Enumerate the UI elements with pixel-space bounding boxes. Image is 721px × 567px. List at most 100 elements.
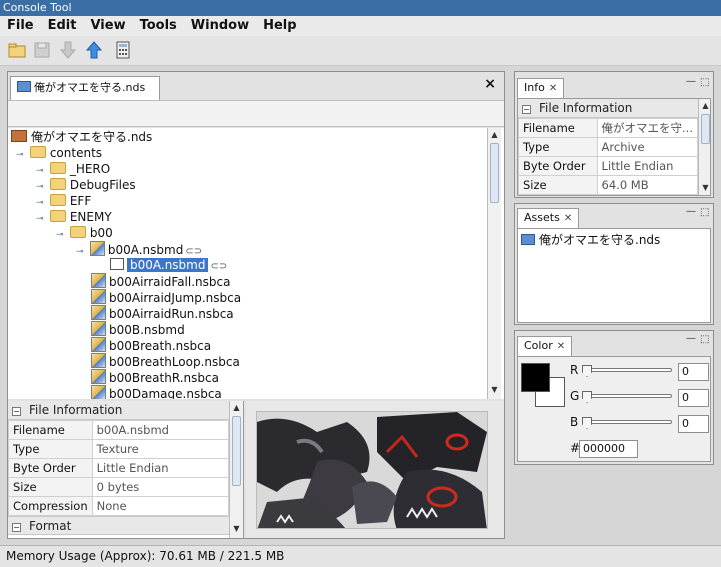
- maximize-icon[interactable]: ⬚: [700, 207, 709, 218]
- info-scrollbar[interactable]: ▲ ▼: [698, 99, 710, 195]
- tree-file-row[interactable]: b00B.nsbmd: [91, 321, 185, 337]
- expand-toggle-icon[interactable]: ⊸: [76, 244, 86, 260]
- menu-view[interactable]: View: [83, 16, 132, 33]
- tree-file-row[interactable]: b00AirraidJump.nsbca: [91, 289, 241, 305]
- calculator-icon[interactable]: [112, 39, 134, 61]
- collapse-icon[interactable]: −: [12, 407, 21, 416]
- save-icon[interactable]: [31, 39, 53, 61]
- property-row: Byte Order Little Endian: [8, 458, 230, 478]
- tree-scrollbar[interactable]: ▲ ▼: [487, 128, 501, 399]
- scroll-up-icon[interactable]: ▲: [699, 100, 710, 112]
- menu-window[interactable]: Window: [184, 16, 256, 33]
- tree-file-row[interactable]: b00BreathR.nsbca: [91, 369, 219, 385]
- menu-edit[interactable]: Edit: [41, 16, 84, 33]
- property-value[interactable]: 64.0 MB: [596, 175, 699, 195]
- upload-icon[interactable]: [83, 39, 105, 61]
- green-slider[interactable]: [582, 394, 672, 398]
- close-tab-icon[interactable]: ✕: [557, 341, 565, 352]
- tree-file-row[interactable]: b00BreathLoop.nsbca: [91, 353, 240, 369]
- property-value[interactable]: Archive: [596, 137, 699, 157]
- red-slider[interactable]: [582, 368, 672, 372]
- scroll-thumb[interactable]: [701, 114, 710, 144]
- memory-usage-text: Memory Usage (Approx): 70.61 MB / 221.5 …: [6, 549, 285, 563]
- scroll-up-icon[interactable]: ▲: [488, 129, 501, 141]
- tab-info[interactable]: Info ✕: [517, 78, 565, 98]
- tree-item-eff[interactable]: ⊸ EFF: [36, 193, 91, 209]
- tree-file-row[interactable]: b00AirraidFall.nsbca: [91, 273, 230, 289]
- section-header-file-information[interactable]: − File Information: [518, 99, 710, 118]
- download-icon[interactable]: [57, 39, 79, 61]
- tree-item-enemy[interactable]: ⊸ ENEMY: [36, 209, 112, 225]
- blue-slider[interactable]: [582, 420, 672, 424]
- tree-file-row[interactable]: b00Damage.nsbca: [91, 385, 222, 399]
- green-value-input[interactable]: 0: [678, 389, 709, 407]
- asset-item[interactable]: 俺がオマエを守る.nds: [521, 232, 660, 248]
- property-value[interactable]: 俺がオマエを守...: [596, 118, 699, 138]
- scroll-up-icon[interactable]: ▲: [230, 402, 243, 414]
- scroll-down-icon[interactable]: ▼: [230, 523, 243, 535]
- info-panel: Info ✕ — ⬚ − File Information Filename 俺がオマ…: [514, 71, 714, 198]
- minimize-icon[interactable]: —: [686, 333, 696, 344]
- expand-toggle-icon[interactable]: ⊸: [56, 227, 66, 243]
- property-value[interactable]: Little Endian: [596, 156, 699, 176]
- red-value-input[interactable]: 0: [678, 363, 709, 381]
- texture-preview-image: [256, 411, 488, 529]
- collapse-icon[interactable]: −: [522, 105, 531, 114]
- properties-scrollbar[interactable]: ▲ ▼: [229, 401, 243, 538]
- open-folder-icon[interactable]: [6, 39, 28, 61]
- color-panel: Color ✕ — ⬚ R 0 G 0 B 0 # 000000: [514, 330, 714, 465]
- close-tab-icon[interactable]: ✕: [564, 213, 572, 224]
- menu-help[interactable]: Help: [256, 16, 303, 33]
- expand-toggle-icon[interactable]: ⊸: [36, 211, 46, 227]
- menu-file[interactable]: File: [0, 16, 41, 33]
- property-value[interactable]: Texture: [91, 439, 230, 459]
- section-header-file-information[interactable]: − File Information: [8, 401, 243, 420]
- section-header-label: Format: [29, 519, 72, 533]
- expand-toggle-icon[interactable]: ⊸: [16, 147, 26, 163]
- tree-item-b00[interactable]: ⊸ b00: [56, 225, 113, 241]
- minimize-icon[interactable]: —: [686, 206, 696, 217]
- asset-item-label: 俺がオマエを守る.nds: [539, 233, 661, 247]
- blue-label: B: [570, 415, 579, 429]
- tree-item-debugfiles[interactable]: ⊸ DebugFiles: [36, 177, 136, 193]
- tree-file-row[interactable]: b00Breath.nsbca: [91, 337, 211, 353]
- hex-color-input[interactable]: 000000: [579, 440, 638, 458]
- tree-item-label: b00: [89, 226, 113, 240]
- tree-item-b00a[interactable]: ⊸ b00A.nsbmd ⊂⊃: [76, 241, 202, 257]
- section-header-label: File Information: [539, 101, 633, 115]
- section-header-format[interactable]: − Format: [8, 516, 243, 535]
- red-slider-handle[interactable]: [582, 365, 592, 377]
- tree-file-row[interactable]: b00AirraidRun.nsbca: [91, 305, 234, 321]
- tree-root[interactable]: 俺がオマエを守る.nds: [11, 129, 152, 145]
- tab-color[interactable]: Color ✕: [517, 336, 573, 356]
- collapse-icon[interactable]: −: [12, 523, 21, 532]
- menu-tools[interactable]: Tools: [133, 16, 184, 33]
- scroll-thumb[interactable]: [232, 416, 241, 486]
- property-key: Compression: [8, 496, 93, 516]
- scroll-thumb[interactable]: [490, 143, 499, 203]
- tree-item-label: DebugFiles: [69, 178, 136, 192]
- scroll-down-icon[interactable]: ▼: [488, 384, 501, 396]
- property-value[interactable]: 0 bytes: [91, 477, 230, 497]
- maximize-icon[interactable]: ⬚: [700, 334, 709, 345]
- tab-assets[interactable]: Assets ✕: [517, 208, 580, 228]
- nds-file-icon: [17, 81, 31, 92]
- minimize-icon[interactable]: —: [686, 76, 696, 87]
- property-value[interactable]: None: [91, 496, 230, 516]
- maximize-icon[interactable]: ⬚: [700, 77, 709, 88]
- blue-value-input[interactable]: 0: [678, 415, 709, 433]
- tree-item-hero[interactable]: ⊸ _HERO: [36, 161, 110, 177]
- close-tab-icon[interactable]: ✕: [549, 83, 557, 94]
- tree-item-b00a-child-selected[interactable]: b00A.nsbmd ⊂⊃: [110, 257, 227, 273]
- tree-item-contents[interactable]: ⊸ contents: [16, 145, 102, 161]
- foreground-color-swatch[interactable]: [521, 363, 550, 392]
- property-value[interactable]: Little Endian: [91, 458, 230, 478]
- green-slider-handle[interactable]: [582, 391, 592, 403]
- tab-document[interactable]: 俺がオマエを守る.nds: [10, 76, 160, 100]
- blue-slider-handle[interactable]: [582, 417, 592, 429]
- close-document-button[interactable]: ×: [484, 76, 496, 92]
- tree-item-label: b00A.nsbmd: [127, 258, 209, 272]
- property-value[interactable]: b00A.nsbmd: [91, 420, 230, 440]
- property-key: Byte Order: [8, 458, 93, 478]
- scroll-down-icon[interactable]: ▼: [699, 182, 710, 194]
